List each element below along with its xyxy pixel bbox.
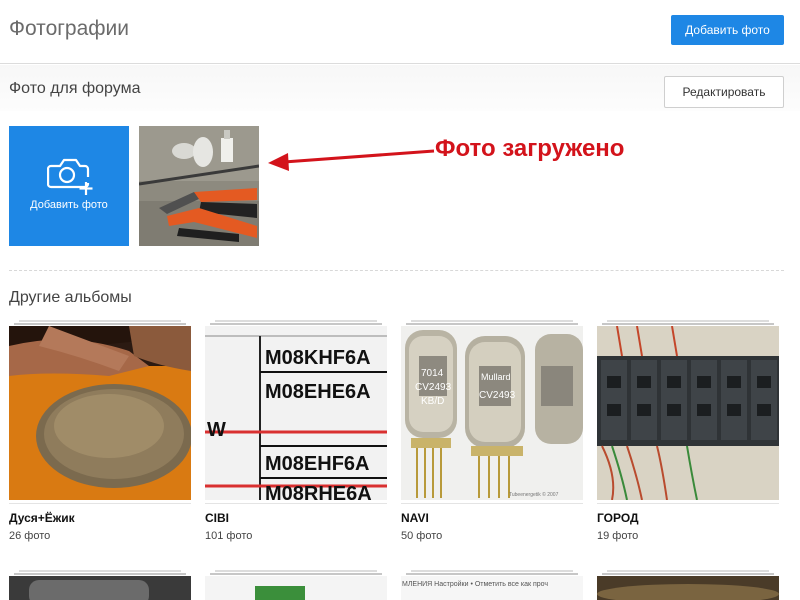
album-stack-edge bbox=[19, 570, 181, 572]
album-stack-edge bbox=[210, 573, 382, 575]
tube-label: CV2493 bbox=[415, 382, 452, 393]
annotation-arrow bbox=[268, 149, 435, 171]
album-card[interactable]: ГОРОД 19 фото bbox=[597, 320, 779, 550]
album-name[interactable]: ГОРОД bbox=[597, 511, 639, 525]
add-photo-tile-label: Добавить фото bbox=[30, 199, 108, 211]
album-separator bbox=[205, 503, 387, 504]
album-card[interactable]: 7014 CV2493 KB/D Mullard CV2493 Tubeener… bbox=[401, 320, 583, 550]
annotation-text: Фото загружено bbox=[435, 135, 625, 162]
section-divider bbox=[9, 270, 784, 271]
album-card[interactable] bbox=[597, 570, 779, 600]
album-stack-edge bbox=[406, 323, 578, 325]
album-cover[interactable] bbox=[9, 326, 191, 500]
album-separator bbox=[597, 503, 779, 504]
album-stack-edge bbox=[14, 573, 186, 575]
album-cover[interactable]: МЛЕНИЯ Настройки • Отметить все как проч bbox=[401, 576, 583, 600]
cover-shape bbox=[255, 586, 305, 600]
album-stack-edge bbox=[607, 570, 769, 572]
album-stack-edge bbox=[607, 320, 769, 322]
cover-text: МЛЕНИЯ Настройки • Отметить все как проч bbox=[402, 581, 549, 588]
cover-shape bbox=[597, 584, 779, 600]
album-name[interactable]: Дуся+Ёжик bbox=[9, 511, 75, 525]
album-cover[interactable] bbox=[597, 326, 779, 500]
album-stack-edge bbox=[215, 320, 377, 322]
album-cover[interactable]: M08KHF6A M08EHE6A W M08EHF6A M08RHE6A bbox=[205, 326, 387, 500]
forum-album-title: Фото для форума bbox=[9, 80, 141, 97]
cibi-line: M08RHE6A bbox=[265, 483, 372, 500]
tube-label: KB/D bbox=[421, 396, 444, 407]
album-cover[interactable] bbox=[597, 576, 779, 600]
album-name[interactable]: CIBI bbox=[205, 511, 229, 525]
album-count: 19 фото bbox=[597, 530, 639, 542]
cibi-line: M08KHF6A bbox=[265, 347, 371, 369]
album-stack-edge bbox=[411, 570, 573, 572]
album-cover[interactable]: 7014 CV2493 KB/D Mullard CV2493 Tubeener… bbox=[401, 326, 583, 500]
page-header: Фотографии Добавить фото bbox=[0, 0, 800, 64]
album-separator bbox=[401, 503, 583, 504]
album-stack-edge bbox=[602, 573, 774, 575]
album-card[interactable] bbox=[9, 570, 191, 600]
album-count: 50 фото bbox=[401, 530, 443, 542]
add-photo-tile[interactable]: Добавить фото bbox=[9, 126, 129, 246]
page-title: Фотографии bbox=[9, 17, 130, 40]
add-photo-button[interactable]: Добавить фото bbox=[671, 15, 784, 45]
album-name[interactable]: NAVI bbox=[401, 511, 429, 525]
album-separator bbox=[9, 503, 191, 504]
album-cover[interactable] bbox=[205, 576, 387, 600]
cibi-line: M08EHF6A bbox=[265, 453, 369, 475]
cibi-line: W bbox=[207, 419, 226, 441]
album-stack-edge bbox=[215, 570, 377, 572]
album-stack-edge bbox=[602, 323, 774, 325]
tube-label: 7014 bbox=[421, 368, 444, 379]
edit-button[interactable]: Редактировать bbox=[664, 76, 784, 108]
album-card[interactable]: Дуся+Ёжик 26 фото bbox=[9, 320, 191, 550]
album-cover[interactable] bbox=[9, 576, 191, 600]
album-card[interactable] bbox=[205, 570, 387, 600]
album-count: 26 фото bbox=[9, 530, 51, 542]
album-stack-edge bbox=[19, 320, 181, 322]
album-card[interactable]: МЛЕНИЯ Настройки • Отметить все как проч bbox=[401, 570, 583, 600]
album-count: 101 фото bbox=[205, 530, 253, 542]
tube-label: Mullard bbox=[481, 372, 511, 382]
photo-watermark: Tubeenergetik © 2007 bbox=[509, 491, 559, 498]
cibi-line: M08EHE6A bbox=[265, 381, 371, 403]
uploaded-photo-thumbnail[interactable] bbox=[139, 126, 259, 246]
album-stack-edge bbox=[210, 323, 382, 325]
album-stack-edge bbox=[14, 323, 186, 325]
camera-plus-icon bbox=[47, 158, 93, 195]
pliers-photo bbox=[139, 126, 259, 246]
cover-shape bbox=[29, 580, 149, 600]
album-stack-edge bbox=[406, 573, 578, 575]
other-albums-title: Другие альбомы bbox=[9, 289, 132, 306]
album-card[interactable]: M08KHF6A M08EHE6A W M08EHF6A M08RHE6A CI… bbox=[205, 320, 387, 550]
tube-label: CV2493 bbox=[479, 390, 516, 401]
album-stack-edge bbox=[411, 320, 573, 322]
